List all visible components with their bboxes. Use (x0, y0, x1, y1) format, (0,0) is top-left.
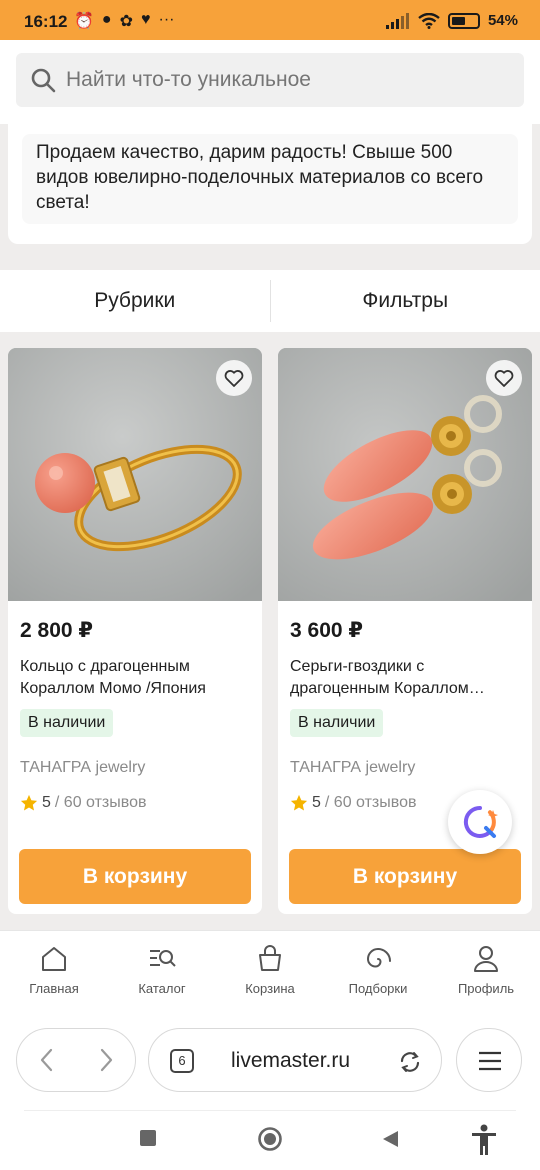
bottom-navigation: Главная Каталог Корзина Подборки Профиль (0, 930, 540, 1010)
availability-badge: В наличии (290, 709, 384, 737)
nav-home-label: Главная (29, 981, 79, 996)
spiral-icon (366, 947, 391, 968)
battery-icon (447, 12, 480, 29)
alarm-icon: ⏰ (74, 13, 94, 30)
assistant-icon (463, 805, 498, 838)
divider (24, 1110, 516, 1111)
nav-home[interactable]: Главная (0, 931, 108, 1010)
battery-percent: 54% (487, 12, 518, 29)
favorite-button[interactable] (486, 360, 522, 396)
nav-profile[interactable]: Профиль (432, 931, 540, 1010)
tab-rubrics[interactable]: Рубрики (0, 270, 270, 332)
wifi-icon (418, 12, 440, 29)
nav-collections-label: Подборки (348, 981, 408, 996)
social-icon: ✿ (119, 13, 133, 30)
browser-menu-button[interactable] (456, 1028, 522, 1092)
home-circle-icon[interactable] (257, 1126, 283, 1152)
search-input[interactable] (66, 53, 506, 107)
add-to-cart-button[interactable]: В корзину (289, 849, 521, 904)
heart-outline-icon (494, 370, 514, 387)
back-triangle-icon[interactable] (380, 1129, 400, 1149)
product-photo-earrings[interactable] (278, 348, 532, 601)
rating-value: 5 (42, 794, 51, 811)
address-bar[interactable]: 6 livemaster.ru (148, 1028, 442, 1092)
product-card[interactable]: 2 800 ₽ Кольцо с драгоценным Кораллом Мо… (8, 348, 262, 914)
nav-catalog-label: Каталог (138, 981, 186, 996)
status-time: 16:12 (24, 12, 68, 31)
accessibility-icon[interactable] (470, 1124, 498, 1156)
back-arrow-icon[interactable] (35, 1046, 59, 1074)
battery-level (451, 16, 465, 25)
status-bar: 16:12 ⏰ ● ✿ ♥ ··· 54% (0, 0, 540, 40)
recents-icon[interactable] (139, 1129, 157, 1147)
star-icon (20, 794, 38, 811)
availability-badge: В наличии (20, 709, 114, 737)
home-icon (42, 947, 66, 971)
search-header (0, 40, 540, 124)
chat-icon: ● (101, 11, 112, 28)
shop-intro-text: Продаем качество, дарим радость! Свыше 5… (22, 134, 518, 224)
tab-count-button[interactable]: 6 (170, 1049, 194, 1073)
nav-collections[interactable]: Подборки (324, 931, 432, 1010)
forward-arrow-icon[interactable] (94, 1046, 118, 1074)
browser-toolbar: 6 livemaster.ru (0, 1010, 540, 1110)
product-title[interactable]: Кольцо с драгоценным Кораллом Момо /Япон… (20, 656, 250, 700)
search-icon (31, 68, 56, 93)
nav-profile-label: Профиль (457, 981, 515, 996)
product-rating: 5 / 60 отзывов (20, 794, 146, 812)
tab-filters[interactable]: Фильтры (271, 270, 540, 332)
catalog-search-icon (150, 950, 176, 967)
nav-cart[interactable]: Корзина (216, 931, 324, 1010)
product-title[interactable]: Серьги-гвоздики с драгоценным Кораллом… (290, 656, 520, 700)
assistant-button[interactable] (448, 790, 512, 854)
nav-cart-label: Корзина (245, 981, 295, 996)
product-price: 3 600 ₽ (290, 619, 363, 642)
favorite-button[interactable] (216, 360, 252, 396)
category-filter-tabs: Рубрики Фильтры (0, 270, 540, 332)
reload-icon[interactable] (397, 1049, 423, 1075)
system-navigation-bar (0, 1110, 540, 1170)
url-text[interactable]: livemaster.ru (231, 1049, 350, 1073)
product-rating: 5 / 60 отзывов (290, 794, 416, 812)
product-price: 2 800 ₽ (20, 619, 93, 642)
reviews-count[interactable]: / 60 отзывов (55, 794, 147, 812)
more-notifications-icon: ··· (158, 11, 175, 28)
add-to-cart-button[interactable]: В корзину (19, 849, 251, 904)
heart-icon: ♥ (141, 11, 151, 28)
shop-intro-card: Продаем качество, дарим радость! Свыше 5… (8, 124, 532, 244)
heart-outline-icon (224, 370, 244, 387)
profile-icon (474, 946, 498, 972)
seller-name[interactable]: ТАНАГРА jewelry (20, 759, 145, 777)
search-bar[interactable] (16, 53, 524, 107)
rating-value: 5 (312, 794, 321, 811)
signal-icon (385, 12, 409, 29)
nav-catalog[interactable]: Каталог (108, 931, 216, 1010)
seller-name[interactable]: ТАНАГРА jewelry (290, 759, 415, 777)
hamburger-menu-icon (479, 1051, 501, 1071)
basket-icon (259, 945, 281, 971)
star-icon (290, 794, 308, 811)
product-photo-ring[interactable] (8, 348, 262, 601)
reviews-count[interactable]: / 60 отзывов (325, 794, 417, 812)
history-nav (16, 1028, 136, 1092)
